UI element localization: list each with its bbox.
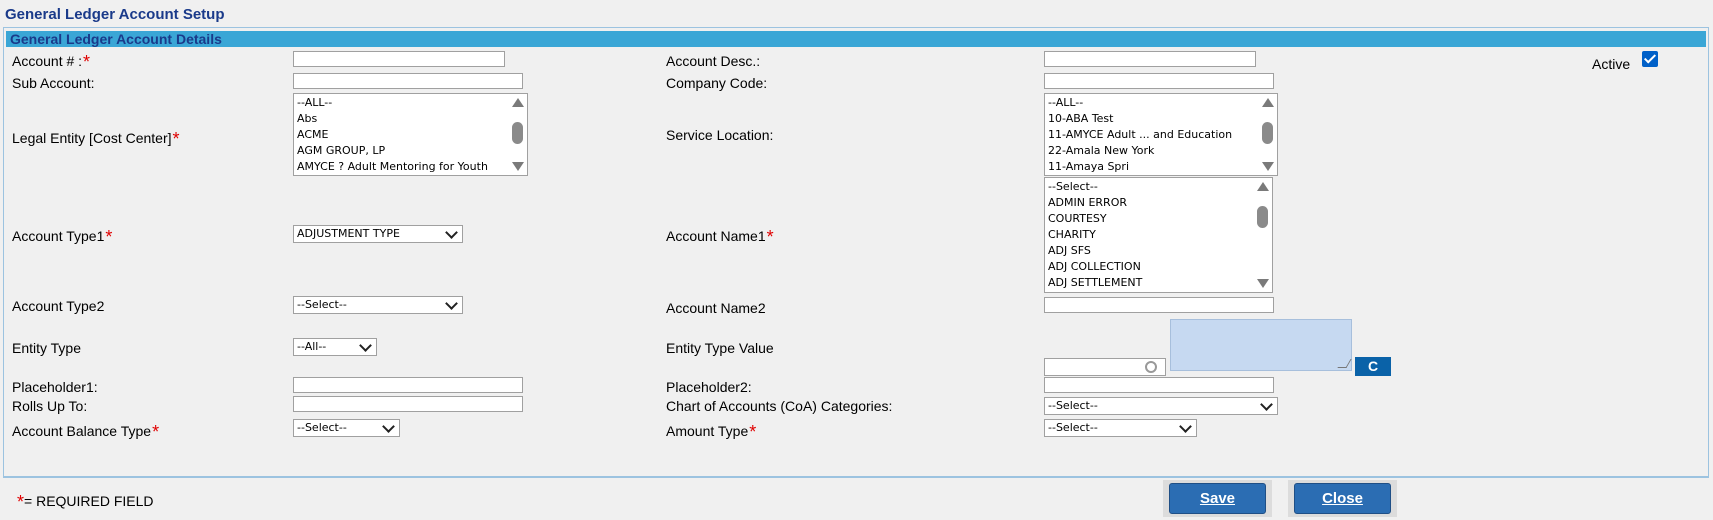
entity-type-value-textarea[interactable] xyxy=(1170,319,1352,371)
balance-type-select[interactable]: --Select-- xyxy=(293,419,400,437)
placeholder2-input[interactable] xyxy=(1044,377,1274,393)
list-item[interactable]: 11-Amaya Spri xyxy=(1045,159,1277,175)
list-item[interactable]: CHARITY xyxy=(1045,227,1272,243)
scrollbar[interactable] xyxy=(1256,180,1270,290)
loading-circle-icon xyxy=(1145,361,1157,373)
list-item[interactable]: COURTESY xyxy=(1045,211,1272,227)
amount-type-select[interactable]: --Select-- xyxy=(1044,419,1197,437)
scroll-thumb[interactable] xyxy=(512,122,523,144)
required-star: * xyxy=(105,227,113,247)
list-item[interactable]: AGM GROUP, LP xyxy=(294,143,527,159)
required-star: * xyxy=(172,129,180,149)
scroll-thumb[interactable] xyxy=(1257,206,1268,228)
scroll-up-icon[interactable] xyxy=(1257,182,1269,191)
list-item[interactable]: ADJ SFS xyxy=(1045,243,1272,259)
balance-type-label: Account Balance Type* xyxy=(12,422,160,442)
scroll-down-icon[interactable] xyxy=(512,162,524,171)
list-item[interactable]: AMYCE ? Adult Mentoring for Youth xyxy=(294,159,527,175)
account-type1-select[interactable]: ADJUSTMENT TYPE xyxy=(293,225,463,243)
entity-type-select[interactable]: --All-- xyxy=(293,338,377,356)
account-number-input[interactable] xyxy=(293,51,505,67)
active-checkbox[interactable] xyxy=(1642,51,1658,67)
footer-divider xyxy=(3,477,1709,478)
required-star: * xyxy=(83,52,91,72)
rolls-up-to-label: Rolls Up To: xyxy=(12,398,88,414)
list-item[interactable]: ADJ COLLECTION xyxy=(1045,259,1272,275)
required-field-note: *= REQUIRED FIELD xyxy=(17,492,154,512)
sub-account-label: Sub Account: xyxy=(12,75,95,91)
legal-entity-label: Legal Entity [Cost Center]* xyxy=(12,129,180,149)
list-item[interactable]: ADMIN ERROR xyxy=(1045,195,1272,211)
page-title: General Ledger Account Setup xyxy=(5,6,225,23)
account-desc-input[interactable] xyxy=(1044,51,1256,67)
service-location-listbox[interactable]: --ALL-- 10-ABA Test 11-AMYCE Adult ... a… xyxy=(1044,93,1278,176)
list-item[interactable]: --Select-- xyxy=(1045,179,1272,195)
scroll-down-icon[interactable] xyxy=(1262,162,1274,171)
list-item[interactable]: 11-AMYCE Adult ... and Education xyxy=(1045,127,1277,143)
company-code-label: Company Code: xyxy=(666,75,768,91)
chevron-down-icon xyxy=(1179,420,1192,433)
required-star: * xyxy=(17,492,25,512)
list-item[interactable]: --ALL-- xyxy=(1045,95,1277,111)
sub-account-input[interactable] xyxy=(293,73,523,89)
list-item[interactable]: Abs xyxy=(294,111,527,127)
coa-categories-select[interactable]: --Select-- xyxy=(1044,397,1278,415)
entity-type-label: Entity Type xyxy=(12,340,82,356)
account-type1-label: Account Type1* xyxy=(12,227,113,247)
chevron-down-icon xyxy=(1260,398,1273,411)
required-star: * xyxy=(152,422,160,442)
amount-type-label: Amount Type* xyxy=(666,422,757,442)
list-item[interactable]: 10-ABA Test xyxy=(1045,111,1277,127)
account-name1-listbox[interactable]: --Select-- ADMIN ERROR COURTESY CHARITY … xyxy=(1044,177,1273,293)
clear-button[interactable]: C xyxy=(1355,357,1391,376)
list-item[interactable]: ACME xyxy=(294,127,527,143)
company-code-input[interactable] xyxy=(1044,73,1274,89)
account-desc-label: Account Desc.: xyxy=(666,53,761,69)
scroll-up-icon[interactable] xyxy=(512,98,524,107)
account-name2-label: Account Name2 xyxy=(666,300,766,316)
rolls-up-to-input[interactable] xyxy=(293,396,523,412)
scrollbar[interactable] xyxy=(511,96,525,173)
save-button[interactable]: Save xyxy=(1169,483,1266,514)
chevron-down-icon xyxy=(382,420,395,433)
scroll-thumb[interactable] xyxy=(1262,122,1273,144)
entity-type-value-label: Entity Type Value xyxy=(666,340,774,356)
account-number-label: Account # :* xyxy=(12,52,91,72)
coa-categories-label: Chart of Accounts (CoA) Categories: xyxy=(666,398,893,414)
legal-entity-listbox[interactable]: --ALL-- Abs ACME AGM GROUP, LP AMYCE ? A… xyxy=(293,93,528,176)
account-type2-label: Account Type2 xyxy=(12,298,105,314)
account-name2-input[interactable] xyxy=(1044,297,1274,313)
scrollbar[interactable] xyxy=(1261,96,1275,173)
required-star: * xyxy=(766,227,774,247)
resize-grip-icon[interactable] xyxy=(1337,359,1352,368)
service-location-label: Service Location: xyxy=(666,127,774,143)
chevron-down-icon xyxy=(359,339,372,352)
chevron-down-icon xyxy=(445,297,458,310)
placeholder1-input[interactable] xyxy=(293,377,523,393)
section-header: General Ledger Account Details xyxy=(6,31,1706,47)
active-label: Active xyxy=(1592,56,1631,72)
list-item[interactable]: 22-Amala New York xyxy=(1045,143,1277,159)
placeholder1-label: Placeholder1: xyxy=(12,379,98,395)
account-name1-label: Account Name1* xyxy=(666,227,774,247)
chevron-down-icon xyxy=(445,226,458,239)
close-button[interactable]: Close xyxy=(1294,483,1391,514)
placeholder2-label: Placeholder2: xyxy=(666,379,752,395)
scroll-down-icon[interactable] xyxy=(1257,279,1269,288)
list-item[interactable]: ADJ SETTLEMENT xyxy=(1045,275,1272,291)
list-item[interactable]: --ALL-- xyxy=(294,95,527,111)
required-star: * xyxy=(749,422,757,442)
scroll-up-icon[interactable] xyxy=(1262,98,1274,107)
account-type2-select[interactable]: --Select-- xyxy=(293,296,463,314)
